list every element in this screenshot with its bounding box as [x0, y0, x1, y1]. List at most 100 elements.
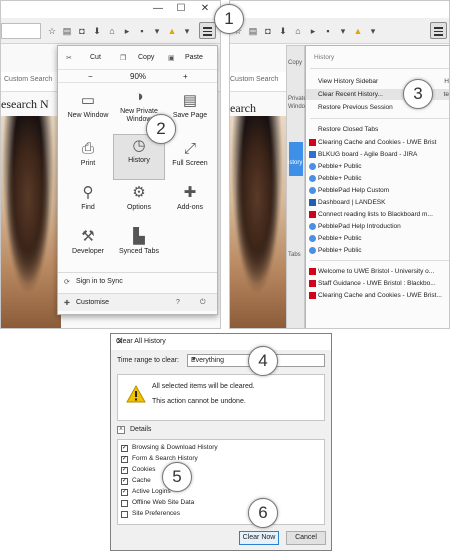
hero-photo	[230, 116, 290, 328]
clear-now-button[interactable]: Clear Now	[239, 531, 279, 545]
shield-icon[interactable]: ▪	[322, 25, 334, 37]
zoom-out-button[interactable]: −	[88, 72, 93, 81]
reader-icon[interactable]: ▤	[61, 25, 73, 37]
menu-item-find[interactable]: ⚲ Find	[62, 182, 114, 228]
shield-icon[interactable]: ▪	[136, 25, 148, 37]
firefox-main-menu: ✂ Cut ❐ Copy ▣ Paste − 90% + ▭ New Windo…	[57, 45, 218, 315]
zoom-in-button[interactable]: +	[183, 72, 188, 81]
hamburger-menu-button[interactable]	[430, 22, 447, 39]
warning-line-2: This action cannot be undone.	[152, 398, 246, 405]
history-entry[interactable]: Pebble+ Public	[306, 161, 449, 172]
search-placeholder[interactable]: Custom Search	[4, 76, 52, 83]
time-range-label: Time range to clear:	[117, 357, 179, 364]
home-icon[interactable]: ⌂	[106, 25, 118, 37]
hamburger-menu-button[interactable]	[199, 22, 216, 39]
dropdown-chevron-icon[interactable]: ▾	[181, 25, 193, 37]
menu-item-developer[interactable]: ⚒ Developer	[62, 226, 114, 272]
checkbox-unchecked-icon	[121, 500, 128, 507]
history-entry[interactable]: Pebble+ Public	[306, 173, 449, 184]
home-icon[interactable]: ⌂	[292, 25, 304, 37]
copy-icon[interactable]: ❐	[120, 54, 126, 62]
menu-item-full-screen[interactable]: ⤢ Full Screen	[164, 138, 216, 184]
history-entry[interactable]: Staff Guidance - UWE Bristol : Blackbo..…	[306, 278, 449, 289]
minimize-icon[interactable]: —	[151, 3, 165, 15]
close-icon[interactable]: ✕	[116, 336, 326, 347]
warning-box: All selected items will be cleared. This…	[117, 374, 325, 421]
history-entry[interactable]: Clearing Cache and Cookies - UWE Brist	[306, 137, 449, 148]
download-icon[interactable]: ⬇	[91, 25, 103, 37]
navigation-toolbar: ☆ ▤ ◘ ⬇ ⌂ ▸ ▪ ▾ ▲ ▾	[230, 18, 449, 44]
pocket-icon[interactable]: ◘	[262, 25, 274, 37]
history-entry[interactable]: BLKUG board - Agile Board - JIRA	[306, 149, 449, 160]
copy-button[interactable]: Copy	[138, 54, 154, 61]
addon-icon[interactable]: ▸	[121, 25, 133, 37]
pebble-favicon-icon	[309, 187, 316, 194]
landesk-favicon-icon	[309, 199, 316, 206]
menu-item-options[interactable]: ⚙ Options	[113, 182, 165, 228]
history-entry[interactable]: PebblePad Help Introduction	[306, 221, 449, 232]
dialog-title-bar: Clear All History ✕	[111, 334, 331, 350]
gear-icon: ⚙	[132, 184, 146, 201]
paste-icon[interactable]: ▣	[168, 54, 175, 62]
url-bar[interactable]	[1, 23, 41, 39]
dropdown-chevron-icon[interactable]: ▾	[367, 25, 379, 37]
quit-icon[interactable]: ⏻	[200, 299, 206, 307]
history-entry[interactable]: Connect reading lists to Blackboard m...	[306, 209, 449, 220]
history-entry[interactable]: Welcome to UWE Bristol - University o...	[306, 266, 449, 277]
menu-item-add-ons[interactable]: ✚ Add-ons	[164, 182, 216, 228]
pebble-favicon-icon	[309, 223, 316, 230]
help-icon[interactable]: ?	[176, 299, 180, 306]
menu-item-print[interactable]: ⎙ Print	[62, 138, 114, 184]
main-menu-behind: Copy Private Window istory Tabs	[286, 45, 309, 328]
uwe-favicon-icon	[309, 280, 316, 287]
customise-icon: ✚	[64, 300, 70, 307]
dropdown-chevron-icon[interactable]: ▾	[151, 25, 163, 37]
maximize-icon[interactable]: ☐	[174, 3, 188, 15]
close-icon[interactable]: ✕	[198, 3, 212, 15]
history-items-list: ✓ Browsing & Download History ✓ Form & Sea…	[117, 439, 325, 525]
addon-icon[interactable]: ▸	[307, 25, 319, 37]
uwe-favicon-icon	[309, 268, 316, 275]
history-entry[interactable]: Clearing Cache and Cookies - UWE Brist..…	[306, 290, 449, 301]
zoom-level[interactable]: 90%	[130, 72, 146, 81]
checkbox-checked-icon: ✓	[121, 456, 128, 463]
history-entry[interactable]: Pebble+ Public	[306, 245, 449, 256]
history-entry[interactable]: PebblePad Help Custom	[306, 185, 449, 196]
step-callout-6: 6	[248, 498, 278, 528]
window-icon: ▭	[80, 92, 96, 109]
menu-item-synced-tabs[interactable]: ▙ Synced Tabs	[113, 226, 165, 272]
paste-button[interactable]: Paste	[185, 54, 203, 61]
step-callout-3: 3	[403, 79, 433, 109]
cancel-button[interactable]: Cancel	[286, 531, 326, 545]
fullscreen-icon: ⤢	[183, 140, 196, 157]
cut-icon[interactable]: ✂	[66, 54, 72, 62]
bookmark-star-icon[interactable]: ☆	[46, 25, 58, 37]
pocket-icon[interactable]: ◘	[76, 25, 88, 37]
checkbox-checked-icon: ✓	[121, 467, 128, 474]
navigation-toolbar: ☆ ▤ ◘ ⬇ ⌂ ▸ ▪ ▾ ▲ ▾	[1, 18, 220, 44]
restore-closed-tabs[interactable]: Restore Closed Tabs	[306, 124, 449, 135]
pebble-favicon-icon	[309, 247, 316, 254]
site-title: esearch N	[1, 97, 49, 111]
collapse-icon[interactable]: ˄	[117, 426, 125, 434]
dropdown-chevron-icon[interactable]: ▾	[337, 25, 349, 37]
history-entry[interactable]: Dashboard | LANDESK	[306, 197, 449, 208]
history-entry[interactable]: Pebble+ Public	[306, 233, 449, 244]
firefox-window-menu-open: — ☐ ✕ ☆ ▤ ◘ ⬇ ⌂ ▸ ▪ ▾ ▲ ▾ Custom Search …	[0, 0, 221, 329]
mask-icon: ◑	[134, 88, 144, 105]
customise-button[interactable]: Customise	[76, 299, 109, 306]
download-icon[interactable]: ⬇	[277, 25, 289, 37]
warning-triangle-icon	[126, 385, 146, 403]
menu-item-new-window[interactable]: ▭ New Window	[62, 90, 114, 136]
step-callout-2: 2	[146, 114, 176, 144]
checkbox-checked-icon: ✓	[121, 445, 128, 452]
sign-in-to-sync[interactable]: ⟳ Sign in to Sync	[58, 272, 217, 290]
search-placeholder[interactable]: Custom Search	[230, 76, 278, 83]
pebble-favicon-icon	[309, 235, 316, 242]
reader-icon[interactable]: ▤	[247, 25, 259, 37]
warning-icon[interactable]: ▲	[166, 25, 178, 37]
uwe-favicon-icon	[309, 211, 316, 218]
cut-button[interactable]: Cut	[90, 54, 101, 61]
title-bar: — ☐ ✕	[1, 1, 220, 18]
warning-icon[interactable]: ▲	[352, 25, 364, 37]
